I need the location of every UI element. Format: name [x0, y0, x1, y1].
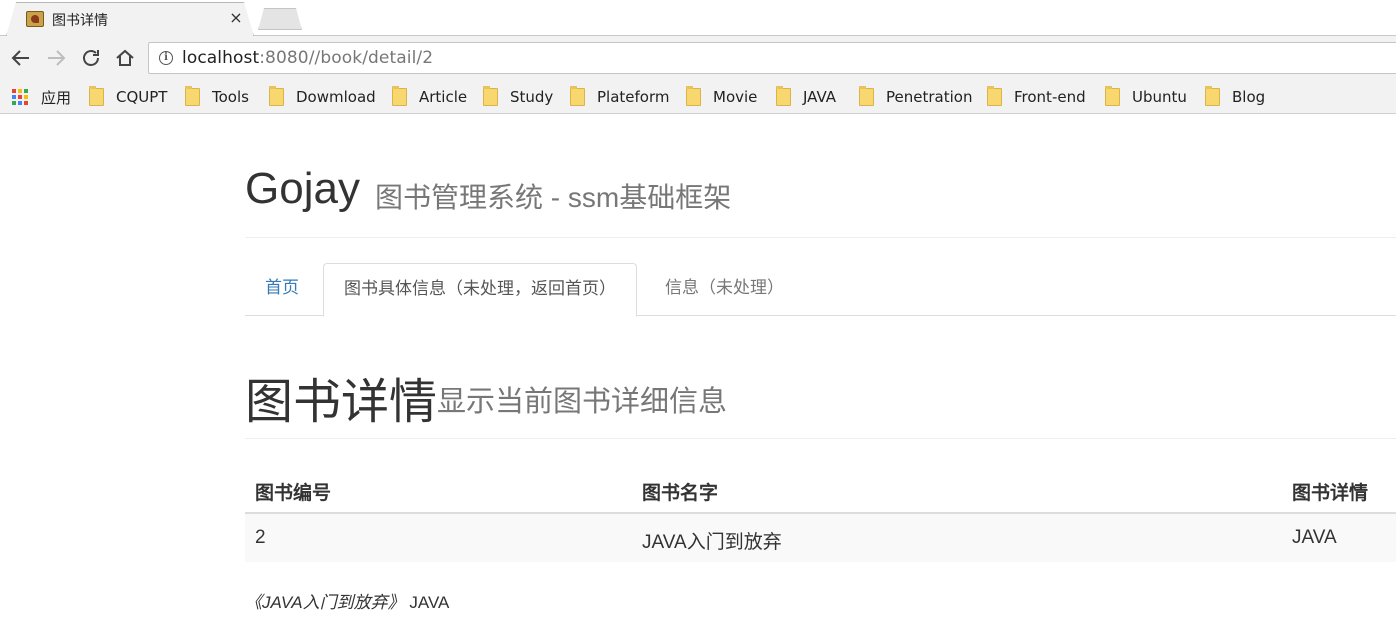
section-subtitle: 显示当前图书详细信息: [437, 386, 728, 418]
folder-icon: [89, 86, 104, 106]
brand-title: Gojay: [245, 164, 360, 213]
column-header-book-detail: 图书详情: [1292, 483, 1369, 504]
bookmark-java[interactable]: JAVA: [776, 86, 836, 108]
bookmark-movie[interactable]: Movie: [686, 86, 757, 108]
bookmark-label: Penetration: [886, 88, 973, 106]
bookmark-penetration[interactable]: Penetration: [859, 86, 972, 108]
nav-tabs: 首页 图书具体信息（未处理，返回首页） 信息（未处理）: [245, 263, 1396, 317]
bookmark-article[interactable]: Article: [392, 86, 467, 108]
folder-icon: [483, 86, 498, 106]
forward-arrow-icon[interactable]: [44, 46, 68, 70]
table-header: 图书编号 图书名字 图书详情: [245, 466, 1396, 514]
folder-icon: [269, 86, 284, 106]
section-title: 图书详情: [245, 376, 438, 429]
book-table: 图书编号 图书名字 图书详情 2 JAVA入门到放弃 JAVA: [245, 466, 1396, 562]
new-tab-button[interactable]: [258, 8, 302, 30]
column-header-book-name: 图书名字: [642, 483, 719, 504]
folder-icon: [686, 86, 701, 106]
bookmark-label: Movie: [713, 88, 758, 106]
apps-grid-icon: [12, 88, 29, 106]
folder-icon: [859, 86, 874, 106]
url-path: :8080//book/detail/2: [259, 48, 434, 68]
bookmark-front-end[interactable]: Front-end: [987, 86, 1086, 108]
browser-tabstrip: 图书详情 ×: [0, 0, 1396, 36]
bookmark-label: Plateform: [597, 88, 670, 106]
bookmark-label: Article: [419, 88, 468, 106]
reload-icon[interactable]: [79, 46, 103, 70]
bookmark-label: Dowmload: [296, 88, 376, 106]
home-icon[interactable]: [113, 46, 137, 70]
table-row: 2 JAVA入门到放弃 JAVA: [245, 514, 1396, 562]
folder-icon: [1105, 86, 1120, 106]
cell-book-detail: JAVA: [1292, 527, 1337, 548]
tomcat-favicon-icon: [26, 11, 44, 27]
bookmark-label: JAVA: [803, 88, 837, 106]
folder-icon: [1205, 86, 1220, 106]
browser-toolbar: i localhost:8080//book/detail/2: [0, 36, 1396, 80]
site-info-icon[interactable]: i: [159, 51, 173, 65]
bookmark-plateform[interactable]: Plateform: [570, 86, 670, 108]
url-text: localhost:8080//book/detail/2: [182, 48, 433, 68]
folder-icon: [392, 86, 407, 106]
folder-icon: [776, 86, 791, 106]
section-divider: [245, 438, 1396, 439]
book-footnote: 《JAVA入门到放弃》 JAVA: [245, 588, 449, 613]
column-header-book-id: 图书编号: [255, 483, 332, 504]
bookmark-label: Blog: [1232, 88, 1266, 106]
footnote-detail: JAVA: [409, 593, 450, 612]
folder-icon: [185, 86, 200, 106]
brand-subtitle: 图书管理系统 - ssm基础框架: [375, 182, 732, 213]
tab-book-detail[interactable]: 图书具体信息（未处理，返回首页）: [323, 263, 637, 317]
bookmark-blog[interactable]: Blog: [1205, 86, 1265, 108]
bookmark-study[interactable]: Study: [483, 86, 553, 108]
browser-tab[interactable]: 图书详情 ×: [6, 2, 254, 36]
back-arrow-icon[interactable]: [9, 46, 33, 70]
cell-book-id: 2: [255, 527, 266, 548]
page-header: Gojay 图书管理系统 - ssm基础框架: [245, 114, 1396, 238]
bookmark-label: Ubuntu: [1132, 88, 1187, 106]
folder-icon: [570, 86, 585, 106]
url-host: localhost: [182, 48, 260, 68]
close-tab-icon[interactable]: ×: [228, 8, 244, 27]
bookmark-dowmload[interactable]: Dowmload: [269, 86, 376, 108]
bookmark-apps[interactable]: 应用: [12, 86, 71, 108]
bookmark-label: 应用: [41, 88, 72, 107]
bookmarks-bar: 应用 CQUPT Tools Dowmload Article Study Pl…: [0, 80, 1396, 114]
bookmark-tools[interactable]: Tools: [185, 86, 249, 108]
bookmark-cqupt[interactable]: CQUPT: [89, 86, 167, 108]
cell-book-name: JAVA入门到放弃: [642, 532, 782, 553]
bookmark-ubuntu[interactable]: Ubuntu: [1105, 86, 1187, 108]
address-bar[interactable]: i localhost:8080//book/detail/2: [148, 42, 1396, 74]
browser-tab-title: 图书详情: [52, 13, 108, 29]
folder-icon: [987, 86, 1002, 106]
bookmark-label: Front-end: [1014, 88, 1086, 106]
footnote-book-title: 《JAVA入门到放弃》: [245, 593, 405, 612]
tab-home[interactable]: 首页: [245, 263, 319, 316]
bookmark-label: Study: [510, 88, 554, 106]
tab-info[interactable]: 信息（未处理）: [645, 263, 804, 316]
bookmark-label: Tools: [212, 88, 249, 106]
bookmark-label: CQUPT: [116, 88, 168, 106]
